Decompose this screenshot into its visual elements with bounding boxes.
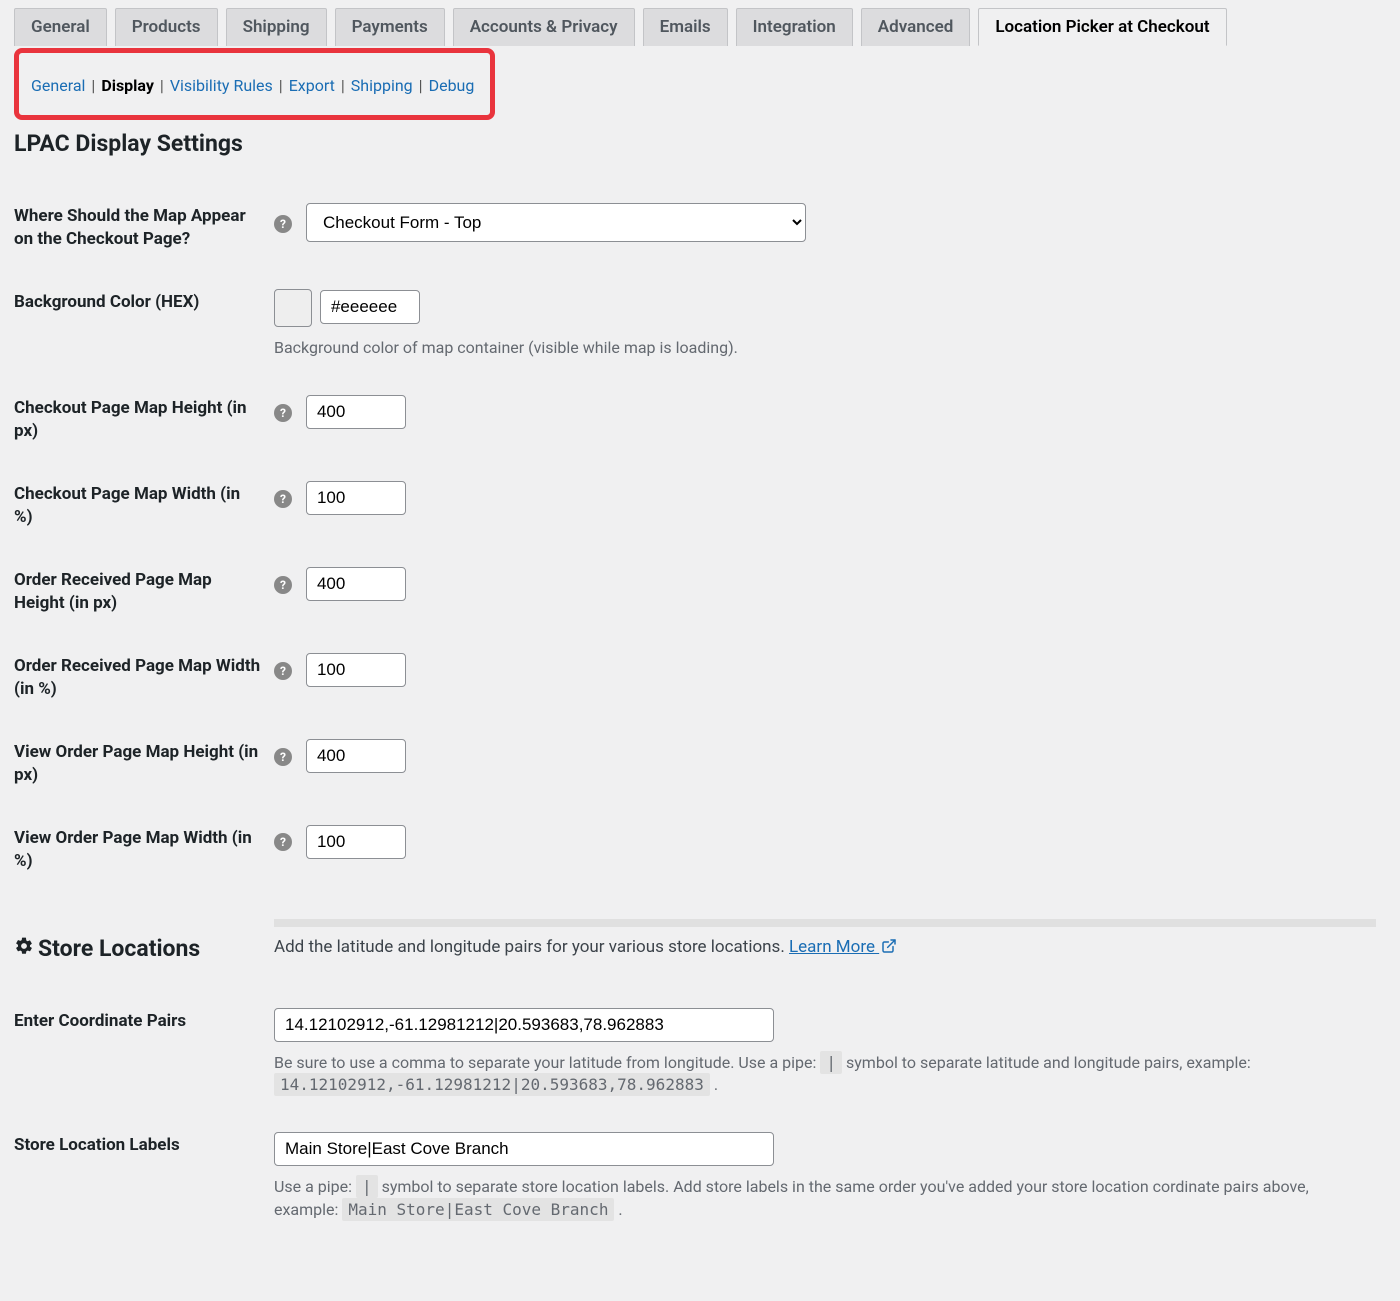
- store-labels-description: Use a pipe: | symbol to separate store l…: [274, 1176, 1376, 1221]
- view-order-height-label: View Order Page Map Height (in px): [14, 721, 274, 807]
- subtab-visibility-rules[interactable]: Visibility Rules: [170, 76, 273, 95]
- store-locations-heading: Store Locations: [14, 933, 262, 964]
- section-divider: [274, 919, 1376, 927]
- bg-color-description: Background color of map container (visib…: [274, 337, 1376, 359]
- help-icon[interactable]: ?: [274, 662, 292, 680]
- subtab-shipping[interactable]: Shipping: [351, 76, 413, 95]
- where-map-label: Where Should the Map Appear on the Check…: [14, 185, 274, 271]
- coord-example-code: 14.12102912,-61.12981212|20.593683,78.96…: [274, 1073, 710, 1096]
- separator: |: [160, 76, 164, 95]
- tab-advanced[interactable]: Advanced: [861, 8, 971, 46]
- view-order-height-input[interactable]: [306, 739, 406, 773]
- learn-more-link[interactable]: Learn More: [789, 937, 897, 957]
- external-link-icon: [881, 938, 897, 959]
- tab-integration[interactable]: Integration: [736, 8, 853, 46]
- separator: |: [341, 76, 345, 95]
- pipe-code: |: [820, 1051, 842, 1074]
- checkout-height-label: Checkout Page Map Height (in px): [14, 377, 274, 463]
- store-labels-input[interactable]: [274, 1132, 774, 1166]
- view-order-width-input[interactable]: [306, 825, 406, 859]
- where-map-select[interactable]: Checkout Form - Top: [306, 203, 806, 242]
- store-labels-label: Store Location Labels: [14, 1114, 274, 1239]
- color-swatch[interactable]: [274, 289, 312, 327]
- page-title: LPAC Display Settings: [14, 130, 1386, 157]
- help-icon[interactable]: ?: [274, 748, 292, 766]
- subtab-debug[interactable]: Debug: [429, 76, 475, 95]
- order-received-width-input[interactable]: [306, 653, 406, 687]
- subtabs-highlight: General | Display | Visibility Rules | E…: [14, 48, 495, 120]
- coord-pairs-description: Be sure to use a comma to separate your …: [274, 1052, 1376, 1097]
- sub-tabs: General | Display | Visibility Rules | E…: [25, 64, 480, 107]
- order-received-height-label: Order Received Page Map Height (in px): [14, 549, 274, 635]
- store-locations-intro: Add the latitude and longitude pairs for…: [274, 937, 1376, 959]
- coord-pairs-label: Enter Coordinate Pairs: [14, 990, 274, 1115]
- store-locations-title: Store Locations: [38, 933, 200, 964]
- help-icon[interactable]: ?: [274, 490, 292, 508]
- checkout-height-input[interactable]: [306, 395, 406, 429]
- separator: |: [419, 76, 423, 95]
- bg-color-input[interactable]: [320, 290, 420, 324]
- order-received-width-label: Order Received Page Map Width (in %): [14, 635, 274, 721]
- tab-shipping[interactable]: Shipping: [226, 8, 327, 46]
- help-icon[interactable]: ?: [274, 215, 292, 233]
- help-icon[interactable]: ?: [274, 576, 292, 594]
- coord-pairs-input[interactable]: [274, 1008, 774, 1042]
- help-icon[interactable]: ?: [274, 833, 292, 851]
- gear-icon: [14, 933, 34, 964]
- checkout-width-label: Checkout Page Map Width (in %): [14, 463, 274, 549]
- help-icon[interactable]: ?: [274, 404, 292, 422]
- separator: |: [91, 76, 95, 95]
- separator: |: [279, 76, 283, 95]
- tab-products[interactable]: Products: [115, 8, 218, 46]
- tab-general[interactable]: General: [14, 8, 107, 46]
- view-order-width-label: View Order Page Map Width (in %): [14, 807, 274, 893]
- pipe-code: |: [356, 1175, 378, 1198]
- tab-accounts-privacy[interactable]: Accounts & Privacy: [453, 8, 635, 46]
- main-tabs-wrapper: General Products Shipping Payments Accou…: [14, 8, 1386, 46]
- tab-emails[interactable]: Emails: [643, 8, 728, 46]
- order-received-height-input[interactable]: [306, 567, 406, 601]
- labels-example-code: Main Store|East Cove Branch: [342, 1198, 614, 1221]
- bg-color-label: Background Color (HEX): [14, 271, 274, 377]
- subtab-export[interactable]: Export: [289, 76, 335, 95]
- subtab-general[interactable]: General: [31, 76, 85, 95]
- tab-payments[interactable]: Payments: [335, 8, 445, 46]
- checkout-width-input[interactable]: [306, 481, 406, 515]
- tab-location-picker-at-checkout[interactable]: Location Picker at Checkout: [978, 8, 1226, 46]
- subtab-display[interactable]: Display: [101, 76, 154, 95]
